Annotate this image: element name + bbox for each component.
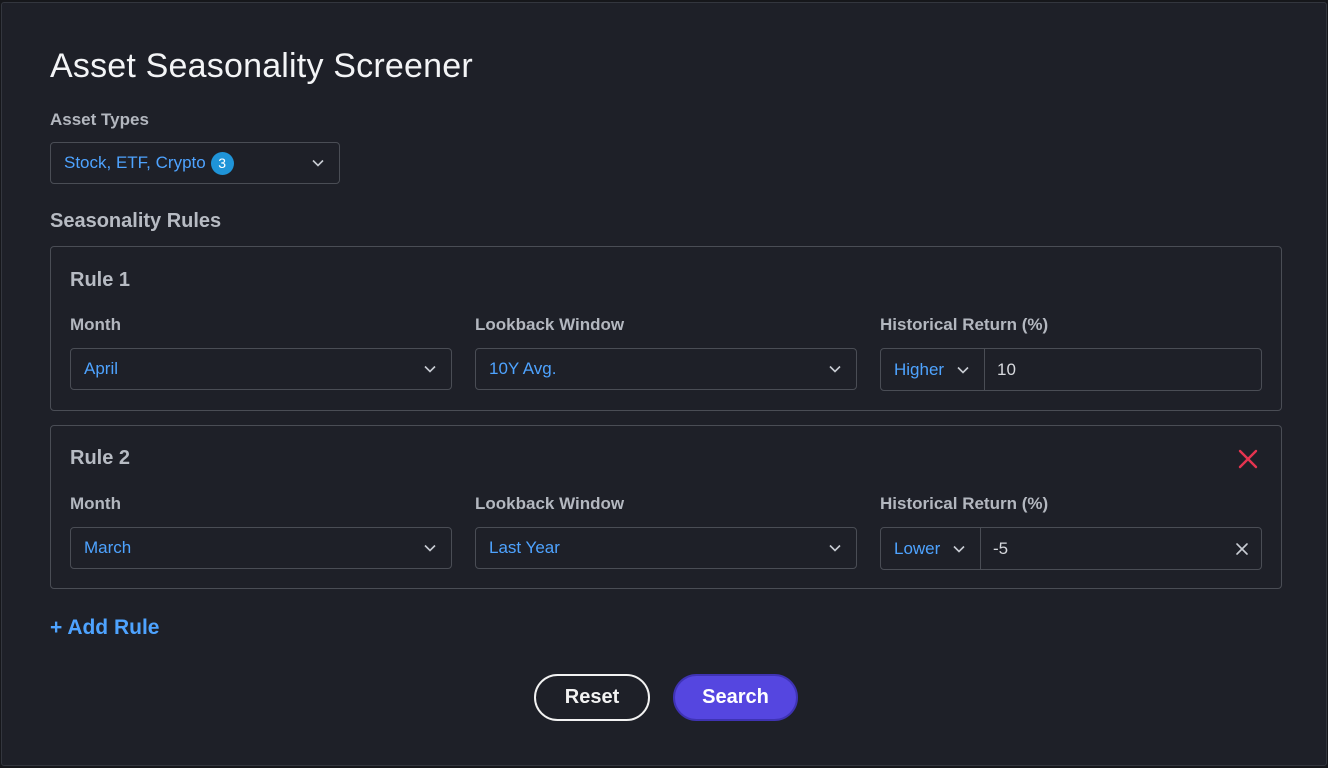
month-label: Month xyxy=(70,315,121,334)
return-value-input[interactable]: -5 xyxy=(981,528,1261,569)
chevron-down-icon xyxy=(424,365,436,373)
month-select[interactable]: April xyxy=(70,348,452,390)
rule-card-2: Rule 2 Month March Lookback Window Last … xyxy=(50,425,1282,589)
return-value: 10 xyxy=(997,359,1016,379)
month-value: April xyxy=(84,359,119,378)
rule-card-1: Rule 1 Month April Lookback Window 10Y A… xyxy=(50,246,1282,411)
seasonality-rules-title: Seasonality Rules xyxy=(50,210,222,232)
month-value: March xyxy=(84,538,132,557)
lookback-label: Lookback Window xyxy=(475,494,625,513)
historical-return-group: Lower -5 xyxy=(880,527,1262,570)
remove-rule-close-icon[interactable] xyxy=(1237,448,1259,470)
return-direction-value: Higher xyxy=(894,359,945,379)
asset-types-label: Asset Types xyxy=(50,110,149,129)
return-direction-select[interactable]: Higher xyxy=(881,349,985,390)
chevron-down-icon xyxy=(312,159,324,167)
historical-return-label: Historical Return (%) xyxy=(880,494,1049,513)
lookback-value: Last Year xyxy=(489,538,560,557)
historical-return-label: Historical Return (%) xyxy=(880,315,1049,334)
lookback-value: 10Y Avg. xyxy=(489,359,557,378)
lookback-select[interactable]: Last Year xyxy=(475,527,857,569)
chevron-down-icon xyxy=(953,545,965,553)
asset-types-select[interactable]: Stock, ETF, Crypto 3 xyxy=(50,142,340,184)
asset-types-count-badge: 3 xyxy=(210,151,234,175)
add-rule-button[interactable]: + Add Rule xyxy=(50,616,159,640)
return-value-input[interactable]: 10 xyxy=(985,349,1261,390)
historical-return-group: Higher 10 xyxy=(880,348,1262,391)
rule-title: Rule 2 xyxy=(70,447,131,469)
rule-title: Rule 1 xyxy=(70,269,131,291)
return-direction-select[interactable]: Lower xyxy=(881,528,981,569)
chevron-down-icon xyxy=(829,544,841,552)
reset-button[interactable]: Reset xyxy=(534,674,650,721)
asset-types-value: Stock, ETF, Crypto xyxy=(64,153,206,172)
chevron-down-icon xyxy=(829,365,841,373)
lookback-select[interactable]: 10Y Avg. xyxy=(475,348,857,390)
lookback-label: Lookback Window xyxy=(475,315,625,334)
chevron-down-icon xyxy=(424,544,436,552)
return-direction-value: Lower xyxy=(894,538,941,558)
screener-panel: Asset Seasonality Screener Asset Types S… xyxy=(1,2,1327,766)
chevron-down-icon xyxy=(957,366,969,374)
clear-icon[interactable] xyxy=(1235,542,1249,556)
month-select[interactable]: March xyxy=(70,527,452,569)
page-title: Asset Seasonality Screener xyxy=(50,47,473,85)
return-value: -5 xyxy=(993,538,1009,558)
month-label: Month xyxy=(70,494,121,513)
search-button[interactable]: Search xyxy=(673,674,798,721)
